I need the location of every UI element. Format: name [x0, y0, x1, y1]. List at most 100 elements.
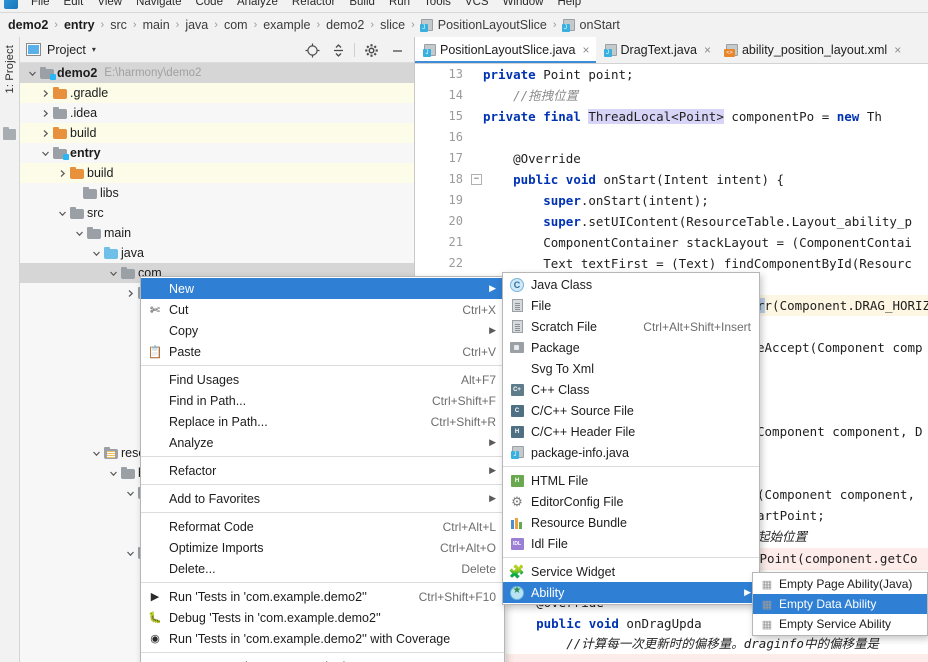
- menu-window[interactable]: Window: [496, 0, 551, 12]
- twisty-down-icon[interactable]: [39, 149, 52, 158]
- submenu-item-c-source-file[interactable]: C C/C++ Source File: [503, 400, 759, 421]
- new-submenu[interactable]: C Java Class File Scratch File Ctrl+Alt+…: [502, 272, 760, 605]
- tree-row-java[interactable]: java: [20, 243, 414, 263]
- menu-tools[interactable]: Tools: [417, 0, 458, 12]
- breadcrumb-item-slice[interactable]: slice: [379, 18, 406, 32]
- ability-submenu[interactable]: ▦ Empty Page Ability(Java) ▦ Empty Data …: [752, 572, 928, 636]
- menu-item-run-tests[interactable]: ▶ Run 'Tests in 'com.example.demo2'' Ctr…: [141, 586, 504, 607]
- twisty-down-icon[interactable]: [107, 469, 120, 478]
- menu-item-copy[interactable]: Copy ▶: [141, 320, 504, 341]
- tree-row-entry-build[interactable]: build: [20, 163, 414, 183]
- twisty-right-icon[interactable]: [124, 289, 137, 298]
- context-menu[interactable]: New ▶ ✄ Cut Ctrl+X Copy ▶ 📋 Paste Ctrl+V…: [140, 276, 505, 662]
- tree-row-libs[interactable]: libs: [20, 183, 414, 203]
- toolbar-icon-2[interactable]: [889, 0, 892, 8]
- menu-item-optimize-imports[interactable]: Optimize Imports Ctrl+Alt+O: [141, 537, 504, 558]
- menu-item-add-to-favorites[interactable]: Add to Favorites ▶: [141, 488, 504, 509]
- tree-row-demo2[interactable]: demo2 E:\harmony\demo2: [20, 63, 414, 83]
- breadcrumb-item-com[interactable]: com: [223, 18, 249, 32]
- menu-item-run-tests-coverage[interactable]: ◉ Run 'Tests in 'com.example.demo2'' wit…: [141, 628, 504, 649]
- breadcrumb-item-src[interactable]: src: [109, 18, 128, 32]
- sidebar-tab-project[interactable]: 1: Project: [0, 43, 20, 95]
- ability-item-empty-data-ability[interactable]: ▦ Empty Data Ability: [753, 594, 927, 614]
- submenu-item-scratch-file[interactable]: Scratch File Ctrl+Alt+Shift+Insert: [503, 316, 759, 337]
- twisty-down-icon[interactable]: [124, 549, 137, 558]
- breadcrumb-item-positionlayoutslice[interactable]: PositionLayoutSlice: [419, 18, 548, 32]
- submenu-item-editorconfig-file[interactable]: ⚙ EditorConfig File: [503, 491, 759, 512]
- twisty-right-icon[interactable]: [39, 89, 52, 98]
- submenu-item-service-widget[interactable]: 🧩 Service Widget: [503, 561, 759, 582]
- locate-icon[interactable]: [299, 37, 325, 63]
- tree-row-src[interactable]: src: [20, 203, 414, 223]
- main-menu-bar[interactable]: File Edit View Navigate Code Analyze Ref…: [0, 0, 928, 13]
- submenu-item-cpp-class[interactable]: C+ C++ Class: [503, 379, 759, 400]
- tab-positionlayoutslice-java[interactable]: PositionLayoutSlice.java ×: [415, 37, 596, 63]
- twisty-right-icon[interactable]: [56, 169, 69, 178]
- tree-row-idea[interactable]: .idea: [20, 103, 414, 123]
- breadcrumb-item-entry[interactable]: entry: [63, 18, 96, 32]
- menu-analyze[interactable]: Analyze: [230, 0, 285, 12]
- menu-code[interactable]: Code: [188, 0, 230, 12]
- twisty-down-icon[interactable]: [90, 449, 103, 458]
- submenu-item-idl-file[interactable]: IDL Idl File: [503, 533, 759, 554]
- menu-item-paste[interactable]: 📋 Paste Ctrl+V: [141, 341, 504, 362]
- menu-item-new[interactable]: New ▶: [141, 278, 504, 299]
- close-icon[interactable]: ×: [704, 43, 711, 57]
- menu-view[interactable]: View: [90, 0, 129, 12]
- submenu-item-file[interactable]: File: [503, 295, 759, 316]
- menu-item-find-in-path[interactable]: Find in Path... Ctrl+Shift+F: [141, 390, 504, 411]
- breadcrumb-item-java[interactable]: java: [184, 18, 209, 32]
- tree-row-build[interactable]: build: [20, 123, 414, 143]
- menu-item-cut[interactable]: ✄ Cut Ctrl+X: [141, 299, 504, 320]
- menu-refactor[interactable]: Refactor: [285, 0, 342, 12]
- tree-row-gradle[interactable]: .gradle: [20, 83, 414, 103]
- menu-vcs[interactable]: VCS: [458, 0, 496, 12]
- breadcrumb-item-demo2-pkg[interactable]: demo2: [325, 18, 365, 32]
- ability-item-empty-service-ability[interactable]: ▦ Empty Service Ability: [753, 614, 927, 634]
- close-icon[interactable]: ×: [894, 43, 901, 57]
- menu-build[interactable]: Build: [342, 0, 382, 12]
- chevron-down-icon[interactable]: ▾: [92, 45, 96, 54]
- menu-item-find-usages[interactable]: Find Usages Alt+F7: [141, 369, 504, 390]
- submenu-item-ability[interactable]: Ability ▶: [503, 582, 759, 603]
- tree-row-main[interactable]: main: [20, 223, 414, 243]
- submenu-item-c-header-file[interactable]: H C/C++ Header File: [503, 421, 759, 442]
- breadcrumb-item-main[interactable]: main: [142, 18, 171, 32]
- submenu-item-package-info-java[interactable]: package-info.java: [503, 442, 759, 463]
- submenu-item-package[interactable]: Package: [503, 337, 759, 358]
- menu-item-debug-tests[interactable]: 🐛 Debug 'Tests in 'com.example.demo2'': [141, 607, 504, 628]
- tab-dragtext-java[interactable]: DragText.java ×: [595, 37, 717, 63]
- breadcrumb-item-example[interactable]: example: [262, 18, 311, 32]
- menu-help[interactable]: Help: [550, 0, 588, 12]
- menu-run[interactable]: Run: [382, 0, 417, 12]
- twisty-down-icon[interactable]: [56, 209, 69, 218]
- collapse-all-icon[interactable]: [325, 37, 351, 63]
- toolbar-icon-1[interactable]: [874, 0, 877, 8]
- breadcrumb-item-demo2[interactable]: demo2: [7, 18, 49, 32]
- submenu-item-html-file[interactable]: H HTML File: [503, 470, 759, 491]
- hide-panel-icon[interactable]: [384, 37, 410, 63]
- menu-item-reformat-code[interactable]: Reformat Code Ctrl+Alt+L: [141, 516, 504, 537]
- submenu-item-svg-to-xml[interactable]: Svg To Xml: [503, 358, 759, 379]
- tab-ability-position-layout-xml[interactable]: ability_position_layout.xml ×: [716, 37, 908, 63]
- menu-item-refactor[interactable]: Refactor ▶: [141, 460, 504, 481]
- close-icon[interactable]: ×: [583, 43, 590, 57]
- submenu-item-resource-bundle[interactable]: Resource Bundle: [503, 512, 759, 533]
- twisty-right-icon[interactable]: [39, 109, 52, 118]
- toolbar-icon-3[interactable]: [904, 0, 907, 8]
- twisty-right-icon[interactable]: [39, 129, 52, 138]
- twisty-down-icon[interactable]: [124, 489, 137, 498]
- tree-row-entry[interactable]: entry: [20, 143, 414, 163]
- menu-edit[interactable]: Edit: [57, 0, 91, 12]
- twisty-down-icon[interactable]: [26, 69, 39, 78]
- ability-item-empty-page-ability-java[interactable]: ▦ Empty Page Ability(Java): [753, 574, 927, 594]
- menu-item-replace-in-path[interactable]: Replace in Path... Ctrl+Shift+R: [141, 411, 504, 432]
- menu-item-create-tests[interactable]: Create 'Tests in 'com.example.demo2''...: [141, 656, 504, 662]
- toolbar-icon-4[interactable]: [919, 0, 922, 8]
- menu-item-analyze[interactable]: Analyze ▶: [141, 432, 504, 453]
- submenu-item-java-class[interactable]: C Java Class: [503, 274, 759, 295]
- menu-file[interactable]: File: [24, 0, 57, 12]
- settings-gear-icon[interactable]: [358, 37, 384, 63]
- twisty-down-icon[interactable]: [90, 249, 103, 258]
- breadcrumb-item-onstart[interactable]: onStart: [561, 18, 621, 32]
